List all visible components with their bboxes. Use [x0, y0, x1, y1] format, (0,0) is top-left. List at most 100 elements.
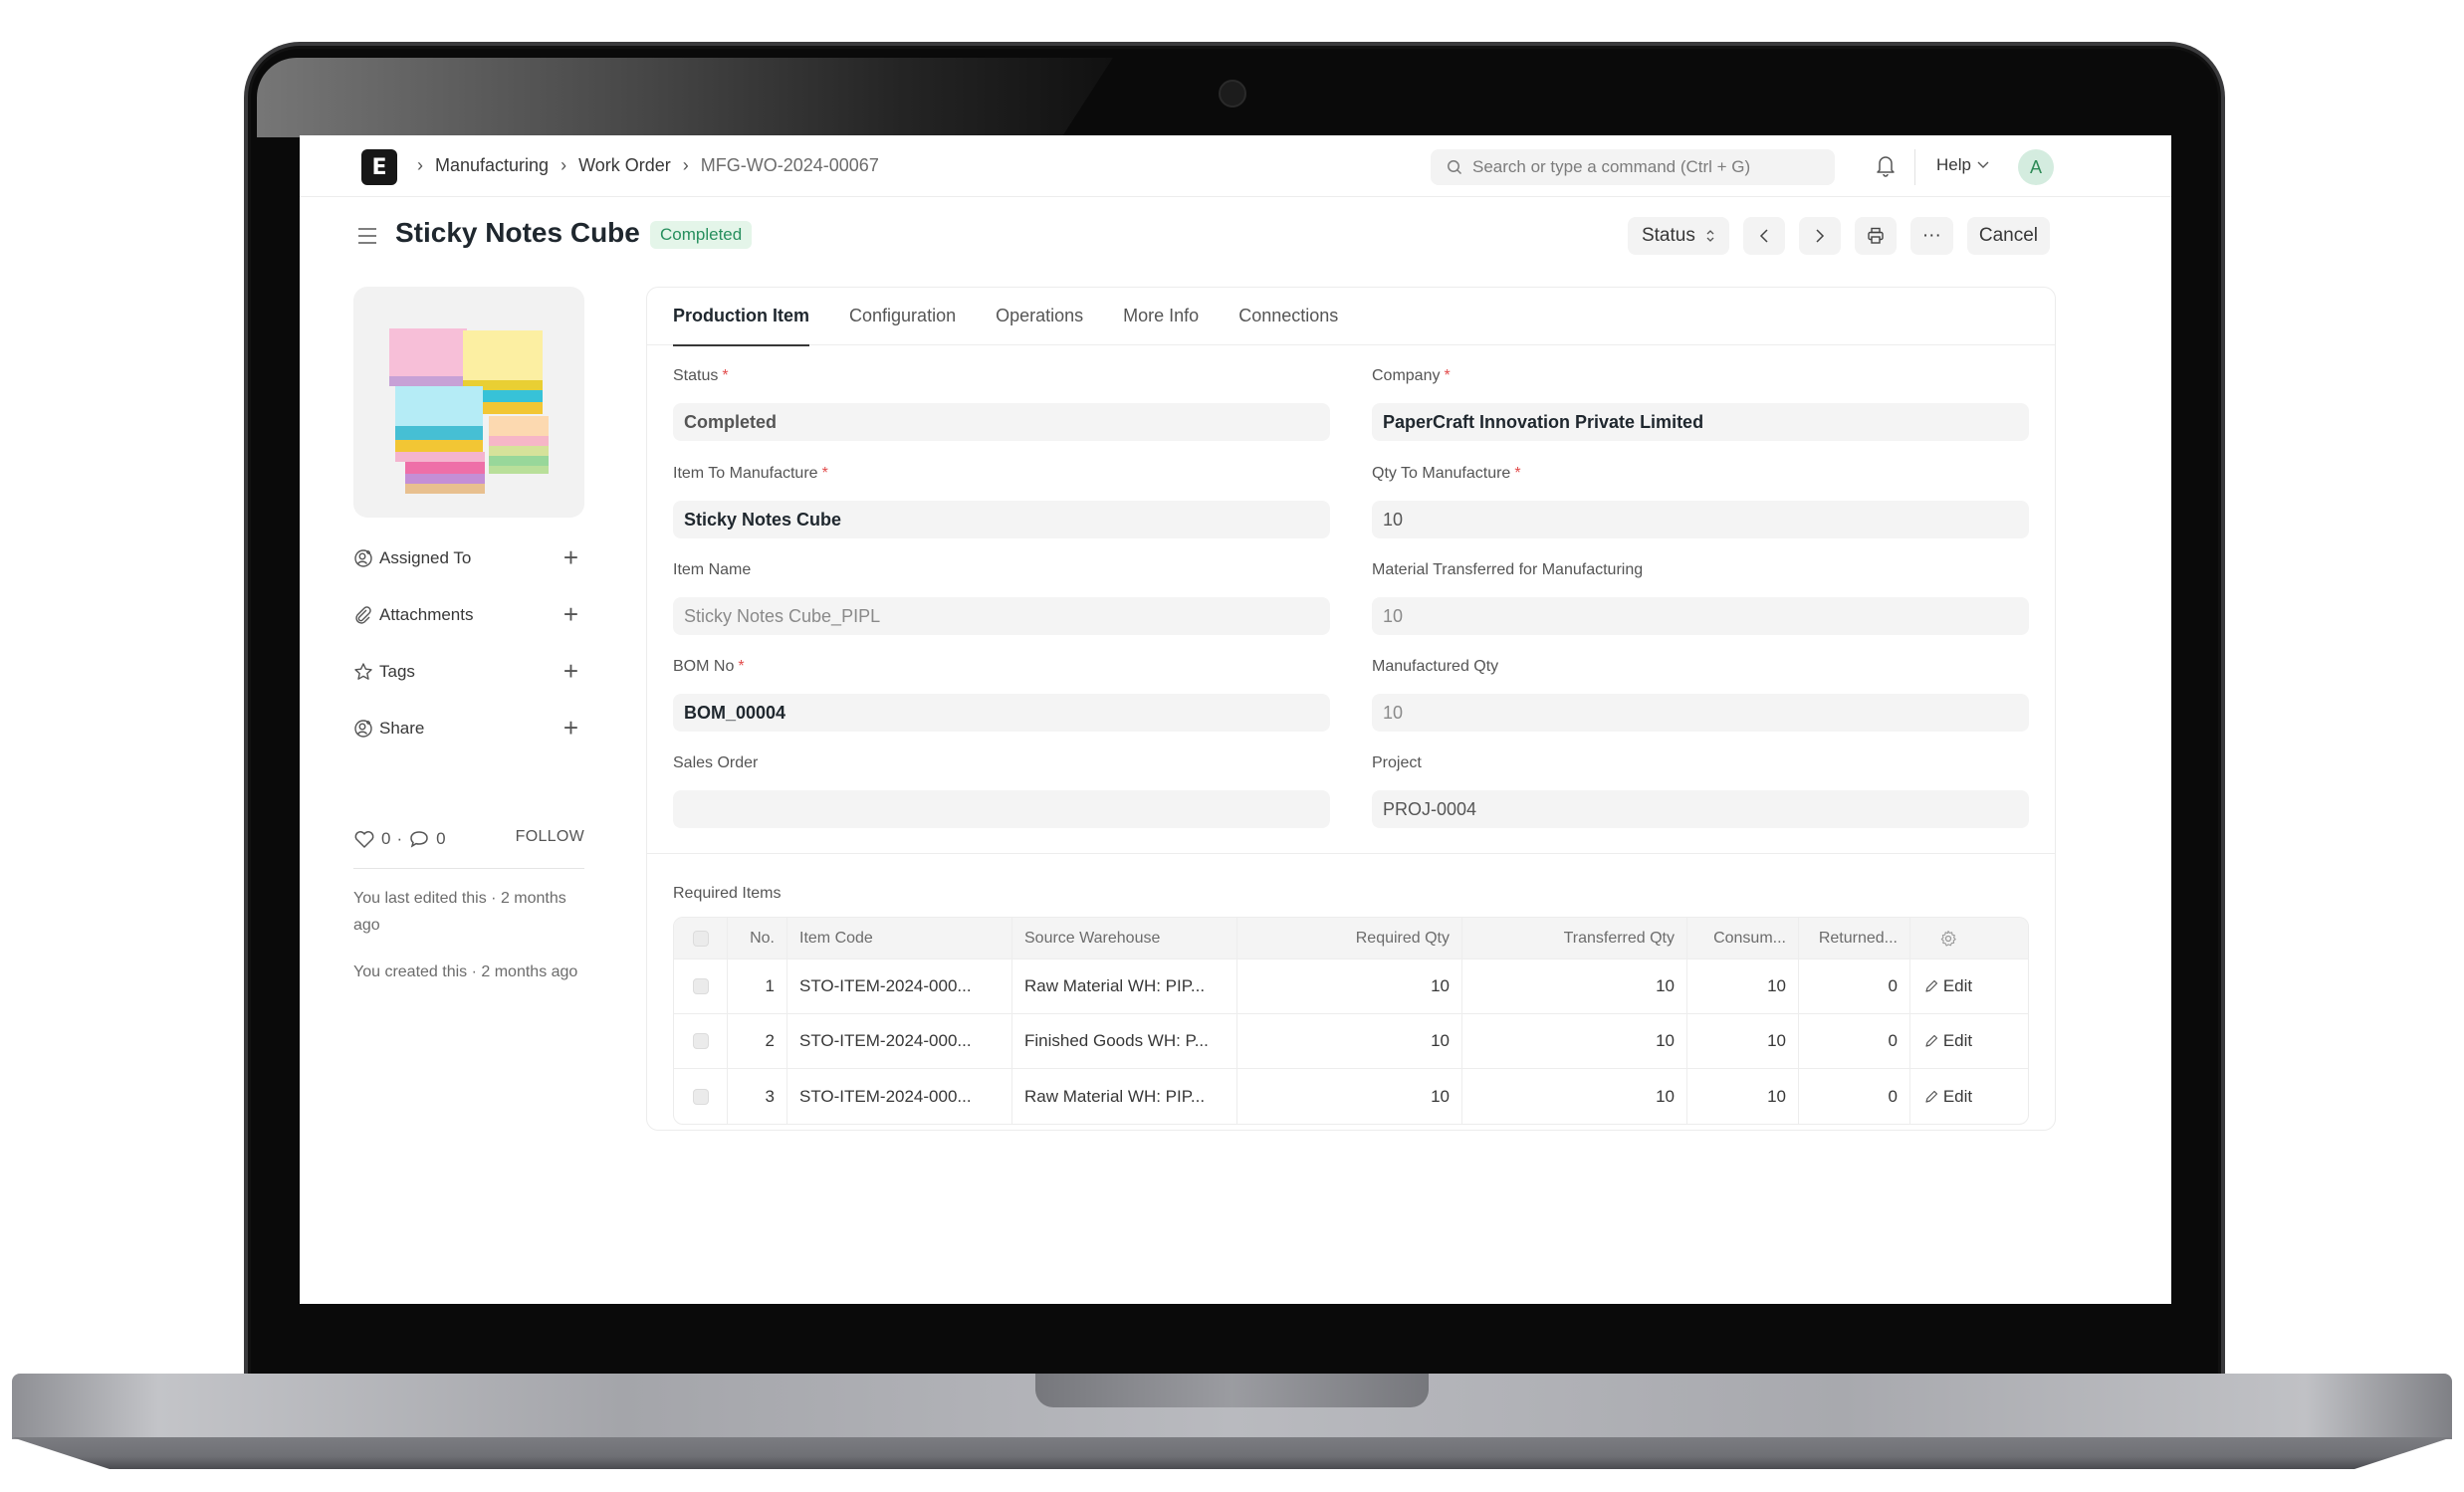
chevron-right-icon: › — [417, 155, 423, 175]
tab-production-item[interactable]: Production Item — [673, 288, 810, 346]
cell-item-code[interactable]: STO-ITEM-2024-000... — [787, 959, 1012, 1013]
item-to-manufacture-field[interactable]: Sticky Notes Cube — [673, 501, 1330, 538]
cell-required-qty[interactable]: 10 — [1237, 959, 1462, 1013]
cell-item-code[interactable]: STO-ITEM-2024-000... — [787, 1014, 1012, 1068]
sidebar-item-tags[interactable]: Tags + — [353, 643, 584, 700]
screen-glare — [257, 58, 1113, 137]
field-item-to-manufacture: Item To Manufacture * Sticky Notes Cube — [673, 465, 1330, 538]
page-header: Sticky Notes Cube Completed Status ··· C… — [300, 197, 2171, 281]
cell-transferred-qty[interactable]: 10 — [1462, 1014, 1687, 1068]
comment-icon[interactable] — [408, 829, 430, 849]
field-project: Project PROJ-0004 — [1372, 754, 2029, 828]
required-star: * — [738, 658, 745, 675]
breadcrumb-work-order[interactable]: Work Order — [578, 155, 671, 176]
form-card: Production Item Configuration Operations… — [646, 287, 2056, 1131]
cell-returned-qty[interactable]: 0 — [1799, 1069, 1910, 1124]
field-label: Status — [673, 367, 719, 384]
cell-consumed-qty[interactable]: 10 — [1687, 1069, 1799, 1124]
add-assignee-icon[interactable]: + — [563, 544, 578, 570]
item-image[interactable] — [353, 287, 584, 518]
table-row[interactable]: 1 STO-ITEM-2024-000... Raw Material WH: … — [674, 959, 2028, 1014]
cell-returned-qty[interactable]: 0 — [1799, 1014, 1910, 1068]
row-checkbox[interactable] — [692, 978, 709, 994]
breadcrumb-current[interactable]: MFG-WO-2024-00067 — [701, 155, 879, 176]
table-row[interactable]: 2 STO-ITEM-2024-000... Finished Goods WH… — [674, 1014, 2028, 1069]
table-row[interactable]: 3 STO-ITEM-2024-000... Raw Material WH: … — [674, 1069, 2028, 1124]
search-input[interactable]: Search or type a command (Ctrl + G) — [1431, 149, 1835, 185]
print-button[interactable] — [1854, 217, 1897, 255]
chevron-left-icon — [1759, 229, 1768, 243]
tab-configuration[interactable]: Configuration — [849, 288, 956, 345]
add-share-icon[interactable]: + — [563, 715, 578, 741]
app-logo[interactable]: E — [361, 149, 397, 185]
next-button[interactable] — [1798, 217, 1841, 255]
column-settings-icon[interactable] — [1910, 918, 1986, 959]
manufactured-qty-field[interactable]: 10 — [1372, 694, 2029, 732]
sidebar-item-attachments[interactable]: Attachments + — [353, 586, 584, 643]
tab-connections[interactable]: Connections — [1238, 288, 1338, 345]
hamburger-menu-icon[interactable] — [357, 227, 377, 250]
edit-row-button[interactable]: Edit — [1910, 1014, 1986, 1068]
cell-transferred-qty[interactable]: 10 — [1462, 959, 1687, 1013]
cell-item-code[interactable]: STO-ITEM-2024-000... — [787, 1069, 1012, 1124]
cell-consumed-qty[interactable]: 10 — [1687, 959, 1799, 1013]
field-item-name: Item Name Sticky Notes Cube_PIPL — [673, 561, 1330, 635]
required-star: * — [1514, 465, 1521, 482]
bom-no-field[interactable]: BOM_00004 — [673, 694, 1330, 732]
status-button[interactable]: Status — [1627, 217, 1729, 255]
field-material-transferred: Material Transferred for Manufacturing 1… — [1372, 561, 2029, 635]
cell-no: 3 — [728, 1069, 787, 1124]
material-transferred-field[interactable]: 10 — [1372, 597, 2029, 635]
column-header-required-qty: Required Qty — [1237, 918, 1462, 959]
sidebar-item-label: Attachments — [379, 604, 474, 624]
sidebar-item-share[interactable]: Share + — [353, 700, 584, 756]
navbar-divider — [1914, 149, 1915, 185]
add-attachment-icon[interactable]: + — [563, 601, 578, 627]
status-button-label: Status — [1641, 225, 1695, 246]
chevron-down-icon — [1977, 161, 1989, 168]
required-star: * — [821, 465, 828, 482]
qty-to-manufacture-field[interactable]: 10 — [1372, 501, 2029, 538]
row-checkbox[interactable] — [692, 1088, 709, 1105]
company-field[interactable]: PaperCraft Innovation Private Limited — [1372, 403, 2029, 441]
help-dropdown[interactable]: Help — [1936, 155, 1989, 175]
sales-order-field[interactable] — [673, 790, 1330, 828]
add-tag-icon[interactable]: + — [563, 658, 578, 684]
engagement-stats: 0 · 0 FOLLOW — [353, 824, 584, 854]
cell-required-qty[interactable]: 10 — [1237, 1069, 1462, 1124]
chevron-right-icon: › — [682, 155, 689, 175]
tab-more-info[interactable]: More Info — [1123, 288, 1199, 345]
cancel-button[interactable]: Cancel — [1966, 217, 2050, 255]
required-star: * — [1444, 367, 1451, 384]
follow-button[interactable]: FOLLOW — [516, 828, 584, 846]
edit-row-button[interactable]: Edit — [1910, 1069, 1986, 1124]
cell-returned-qty[interactable]: 0 — [1799, 959, 1910, 1013]
cell-source-warehouse[interactable]: Finished Goods WH: P... — [1012, 1014, 1237, 1068]
avatar[interactable]: A — [2018, 149, 2054, 185]
heart-icon[interactable] — [353, 829, 375, 849]
edit-row-button[interactable]: Edit — [1910, 959, 1986, 1013]
sticky-notes-image — [389, 328, 549, 494]
edit-label: Edit — [1942, 1031, 1973, 1050]
row-checkbox[interactable] — [692, 1033, 709, 1049]
item-name-field[interactable]: Sticky Notes Cube_PIPL — [673, 597, 1330, 635]
cell-source-warehouse[interactable]: Raw Material WH: PIP... — [1012, 1069, 1237, 1124]
project-field[interactable]: PROJ-0004 — [1372, 790, 2029, 828]
last-edited-text: You last edited this · 2 months ago — [353, 890, 566, 934]
cell-required-qty[interactable]: 10 — [1237, 1014, 1462, 1068]
breadcrumb-manufacturing[interactable]: Manufacturing — [435, 155, 549, 176]
cell-transferred-qty[interactable]: 10 — [1462, 1069, 1687, 1124]
notification-bell-icon[interactable] — [1875, 153, 1897, 182]
required-items-label: Required Items — [673, 885, 782, 902]
pencil-icon — [1925, 979, 1937, 992]
tab-operations[interactable]: Operations — [996, 288, 1083, 345]
sidebar-item-assigned-to[interactable]: Assigned To + — [353, 530, 584, 586]
status-field[interactable]: Completed — [673, 403, 1330, 441]
cell-source-warehouse[interactable]: Raw Material WH: PIP... — [1012, 959, 1237, 1013]
select-all-checkbox[interactable] — [692, 930, 709, 947]
more-actions-button[interactable]: ··· — [1909, 217, 1953, 255]
previous-button[interactable] — [1742, 217, 1785, 255]
navbar: E › Manufacturing › Work Order › MFG-WO-… — [300, 135, 2171, 197]
cell-consumed-qty[interactable]: 10 — [1687, 1014, 1799, 1068]
column-header-transferred-qty: Transferred Qty — [1462, 918, 1687, 959]
